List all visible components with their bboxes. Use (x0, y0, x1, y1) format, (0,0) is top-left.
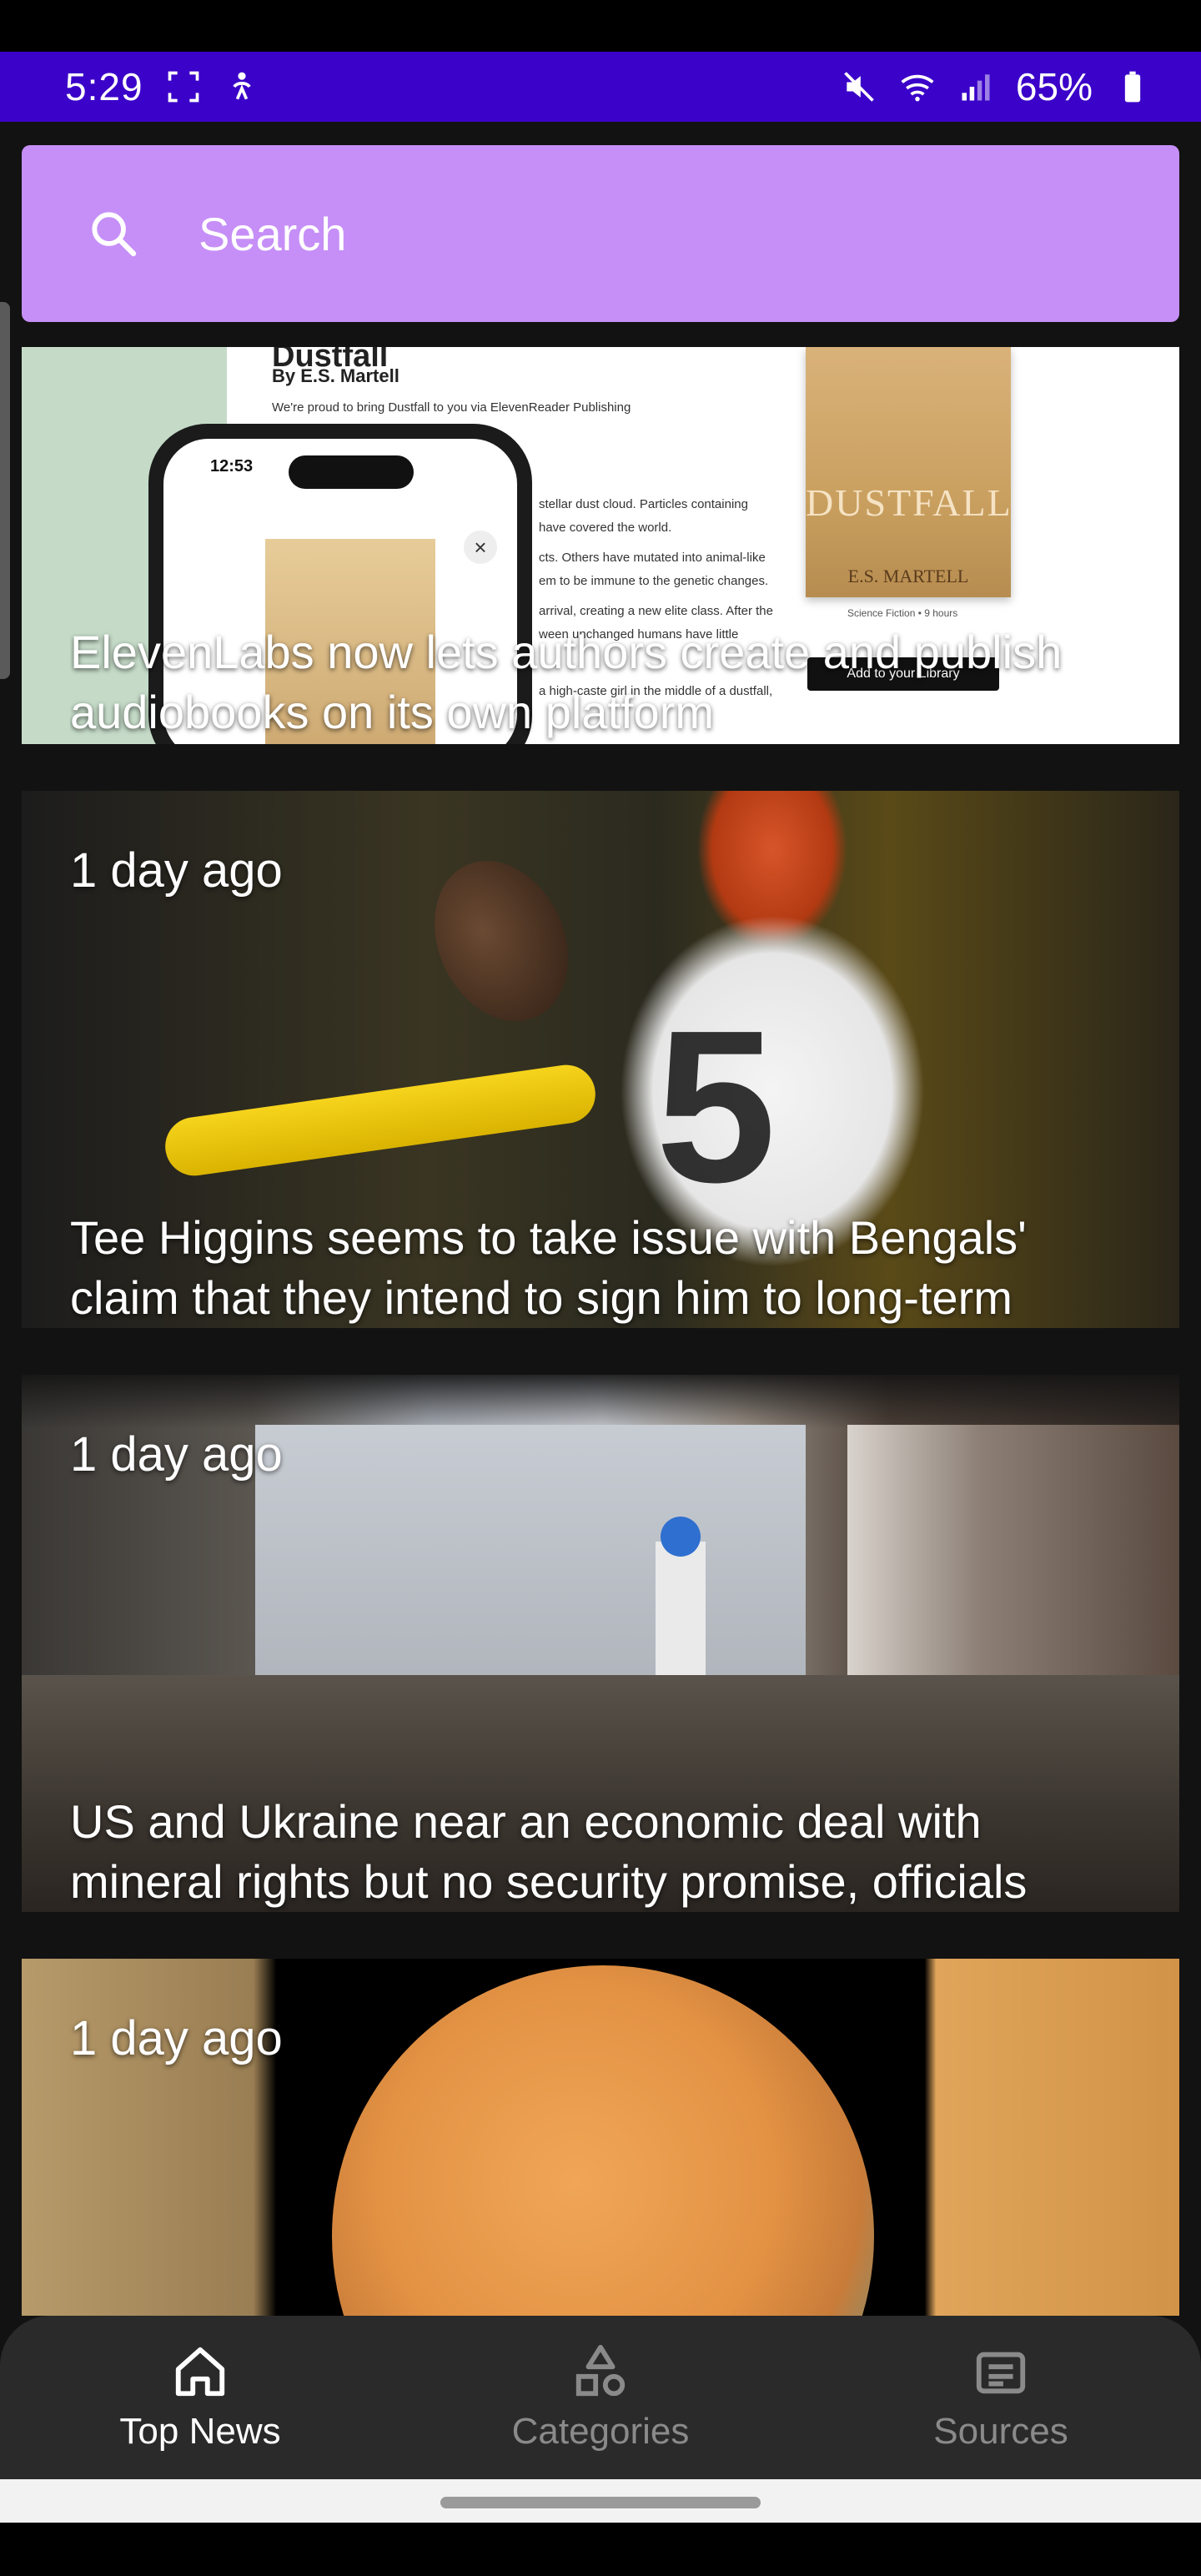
book-meta: Science Fiction • 9 hours (847, 607, 958, 619)
bottom-bezel (0, 2523, 1201, 2576)
article-image-sky (255, 1425, 806, 1708)
image-doc-line: arrival, creating a new elite class. Aft… (539, 604, 773, 618)
jersey-number: 5 (656, 986, 776, 1228)
image-doc-line: em to be immune to the genetic changes. (539, 574, 769, 588)
status-time: 5:29 (65, 65, 143, 108)
nav-label: Top News (119, 2411, 281, 2452)
shapes-icon (575, 2344, 626, 2397)
search-input[interactable]: Search (198, 207, 346, 261)
top-bezel (0, 0, 1201, 52)
nav-label: Sources (933, 2411, 1068, 2452)
article-headline: US and Ukraine near an economic deal wit… (70, 1795, 1028, 1908)
article-time: 1 day ago (70, 843, 283, 898)
bottom-navigation: Top News Categories Sources (0, 2316, 1201, 2479)
wifi-icon (901, 74, 934, 102)
close-icon: × (464, 531, 497, 564)
search-bar[interactable]: Search (22, 145, 1179, 322)
news-card[interactable]: 1 day ago US and Ukraine near an economi… (22, 1375, 1179, 1912)
nav-top-news[interactable]: Top News (50, 2342, 350, 2453)
accessibility-icon (232, 72, 251, 100)
screenshot-icon (168, 71, 198, 103)
image-doc-line: stellar dust cloud. Particles containing (539, 497, 748, 511)
image-doc-author: By E.S. Martell (272, 365, 399, 386)
news-card[interactable]: 5 1 day ago Tee Higgins seems to take is… (22, 791, 1179, 1328)
book-cover-image: DUSTFALL E.S. MARTELL (806, 347, 1011, 597)
mute-icon (844, 72, 874, 102)
search-icon (92, 212, 137, 257)
article-headline: ElevenLabs now lets authors create and p… (70, 626, 1063, 738)
news-card[interactable]: 1 day ago (22, 1959, 1179, 2316)
nav-label: Categories (511, 2411, 690, 2452)
battery-icon (1124, 71, 1141, 103)
home-icon (175, 2347, 225, 2397)
image-doc-line: We're proud to bring Dustfall to you via… (272, 400, 631, 415)
article-image-dome (661, 1517, 701, 1557)
nav-categories[interactable]: Categories (450, 2342, 751, 2453)
battery-percent: 65% (1015, 65, 1093, 108)
article-icon (976, 2352, 1026, 2394)
article-image-arm (161, 1061, 600, 1180)
news-card[interactable]: Dustfall By E.S. Martell We're proud to … (22, 347, 1179, 744)
image-doc-line: cts. Others have mutated into animal-lik… (539, 551, 766, 565)
book-author: E.S. MARTELL (847, 566, 969, 586)
article-image-football (409, 838, 594, 1044)
article-headline: Tee Higgins seems to take issue with Ben… (70, 1211, 1027, 1324)
status-bar: 5:29 65% (0, 52, 1201, 122)
image-doc-line: have covered the world. (539, 521, 672, 535)
nav-sources[interactable]: Sources (851, 2342, 1151, 2453)
home-gesture-handle[interactable] (440, 2497, 761, 2508)
edge-panel-handle[interactable] (0, 302, 10, 679)
article-time: 1 day ago (70, 2011, 283, 2065)
phone-time: 12:53 (210, 457, 254, 475)
article-image-planet (332, 1965, 874, 2316)
book-title: DUSTFALL (806, 481, 1013, 524)
article-time: 1 day ago (70, 1427, 283, 1482)
signal-icon (962, 74, 990, 101)
